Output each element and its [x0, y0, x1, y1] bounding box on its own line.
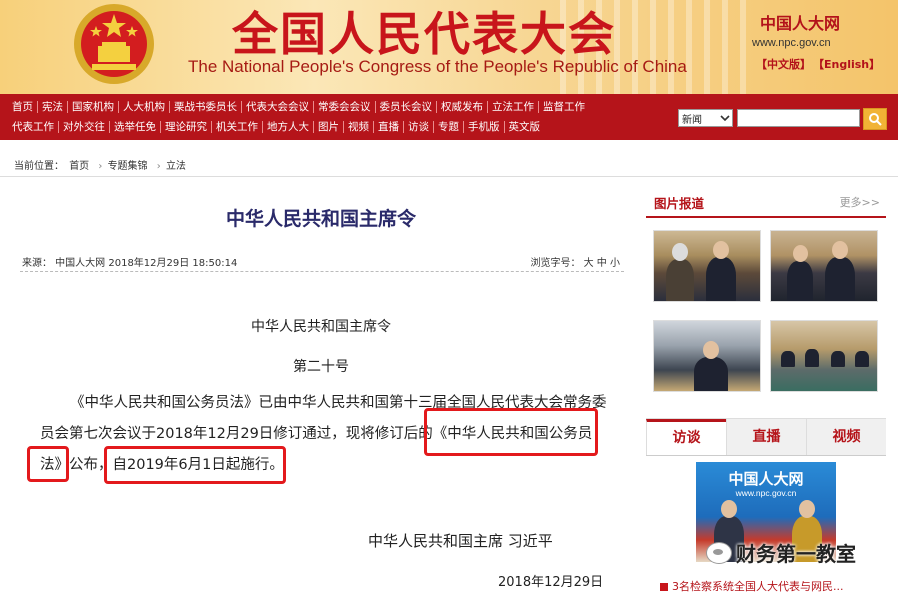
article-title: 中华人民共和国主席令	[225, 208, 416, 230]
breadcrumb-separator: ›	[156, 161, 161, 172]
nav-item[interactable]: 对外交往	[59, 121, 110, 133]
nav-item[interactable]: 访谈	[404, 121, 434, 133]
breadcrumb-separator: ›	[98, 161, 103, 172]
national-emblem-icon[interactable]	[72, 2, 156, 86]
news-photo[interactable]	[653, 320, 761, 392]
site-url[interactable]: www.npc.gov.cn	[752, 37, 831, 49]
nav-item[interactable]: 监督工作	[539, 101, 589, 113]
interview-link-text: 3名检察系统全国人大代表与网民...	[672, 580, 844, 593]
photo-report-header: 图片报道 更多>>	[646, 186, 886, 218]
nav-item[interactable]: 首页	[8, 101, 38, 113]
watermark-text: 财务第一教室	[736, 542, 856, 566]
wechat-watermark: 财务第一教室	[706, 538, 856, 567]
photo-report-title: 图片报道	[654, 196, 705, 211]
decree-date: 2018年12月29日	[498, 575, 604, 590]
nav-item[interactable]: 委员长会议	[376, 101, 437, 113]
search-button[interactable]	[863, 108, 887, 130]
lang-chinese-link[interactable]: 【中文版】	[756, 56, 811, 72]
decree-signature: 中华人民共和国主席 习近平	[368, 532, 553, 550]
font-size-switcher[interactable]: 浏览字号： 大 中 小	[530, 254, 620, 269]
video-url-text: www.npc.gov.cn	[735, 488, 797, 498]
site-header: 全国人民代表大会 The National People's Congress …	[0, 0, 898, 94]
site-title-english: The National People's Congress of the Pe…	[188, 57, 687, 76]
breadcrumb-home[interactable]: 首页	[69, 161, 89, 172]
decree-body: 《中华人民共和国公务员法》已由中华人民共和国第十三届全国人民代表大会常务委员会第…	[40, 395, 607, 473]
more-link[interactable]: 更多>>	[840, 194, 880, 210]
search-category-select[interactable]: 新闻	[678, 109, 733, 127]
nav-item[interactable]: 代表大会会议	[242, 101, 314, 113]
nav-item[interactable]: 机关工作	[212, 121, 263, 133]
nav-item[interactable]: 专题	[434, 121, 464, 133]
decree-number: 第二十号	[293, 359, 349, 375]
nav-item[interactable]: 常委会会议	[314, 101, 376, 113]
nav-item[interactable]: 代表工作	[8, 121, 59, 133]
nav-item[interactable]: 权威发布	[437, 101, 488, 113]
nav-item[interactable]: 栗战书委员长	[170, 101, 242, 113]
nav-item[interactable]: 图片	[314, 121, 344, 133]
tab-video[interactable]: 视频	[806, 419, 886, 455]
meta-divider	[20, 271, 624, 272]
chevron-down-icon	[720, 115, 730, 122]
breadcrumb-topic[interactable]: 专题集锦	[108, 161, 148, 172]
site-title-chinese: 全国人民代表大会	[232, 7, 616, 61]
nav-item[interactable]: 立法工作	[488, 101, 539, 113]
news-photo[interactable]	[770, 230, 878, 302]
lang-english-link[interactable]: 【English】	[813, 56, 880, 72]
nav-item[interactable]: 手机版	[464, 121, 505, 133]
article-source: 来源： 中国人大网 2018年12月29日 18:50:14	[22, 258, 238, 269]
nav-item[interactable]: 国家机构	[68, 101, 119, 113]
nav-row-primary: 首页 宪法 国家机构 人大机构 栗战书委员长 代表大会会议 常委会会议 委员长会议 权威发布 立法…	[8, 97, 589, 117]
news-photo[interactable]	[653, 230, 761, 302]
breadcrumb-legislation[interactable]: 立法	[166, 161, 186, 172]
nav-row-secondary: 代表工作 对外交往 选举任免 理论研究 机关工作 地方人大 图片 视频 直播 访谈 专题 手机版 英文版	[8, 117, 544, 137]
npc-logo-text[interactable]: 中国人大网	[760, 10, 840, 34]
nav-item[interactable]: 英文版	[505, 121, 545, 133]
tab-live[interactable]: 直播	[726, 419, 806, 455]
news-photo[interactable]	[770, 320, 878, 392]
breadcrumb-label: 当前位置：	[14, 161, 64, 172]
bullet-icon	[660, 583, 668, 591]
nav-item[interactable]: 直播	[374, 121, 404, 133]
nav-item[interactable]: 人大机构	[119, 101, 170, 113]
tab-interview[interactable]: 访谈	[646, 419, 726, 455]
search-input[interactable]	[737, 109, 860, 127]
search-category-value: 新闻	[682, 114, 702, 126]
breadcrumb-divider	[0, 176, 898, 177]
video-logo-text: 中国人大网	[728, 470, 804, 488]
breadcrumb: 当前位置： 首页 › 专题集锦 › 立法	[14, 157, 188, 172]
media-tabs: 访谈 直播 视频	[646, 418, 886, 456]
nav-item[interactable]: 选举任免	[110, 121, 161, 133]
decree-title: 中华人民共和国主席令	[251, 319, 391, 335]
nav-item[interactable]: 宪法	[38, 101, 68, 113]
nav-item[interactable]: 视频	[344, 121, 374, 133]
wechat-icon	[706, 541, 732, 564]
nav-item[interactable]: 地方人大	[263, 121, 314, 133]
search-icon	[869, 113, 882, 126]
nav-item[interactable]: 理论研究	[161, 121, 212, 133]
